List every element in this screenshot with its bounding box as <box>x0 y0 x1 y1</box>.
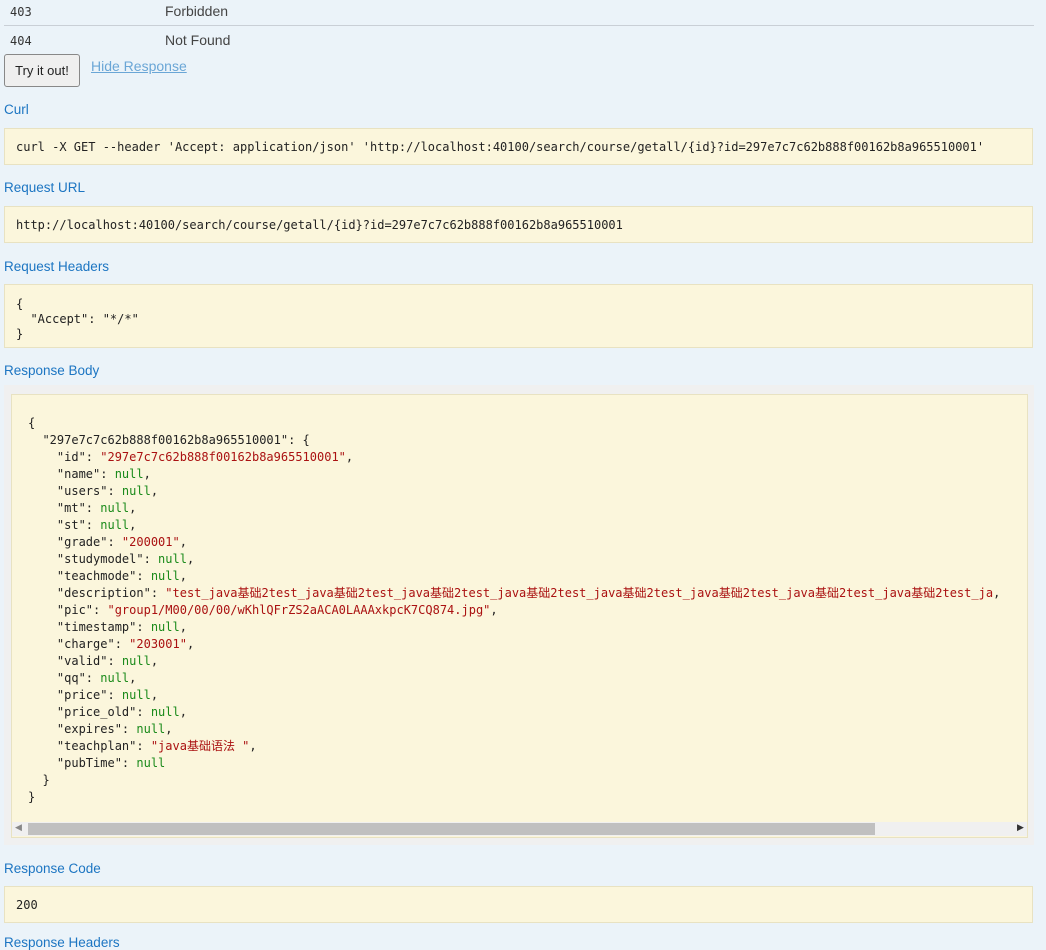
request-headers-label: Request Headers <box>4 259 110 274</box>
status-row-404: 404 Not Found <box>4 29 1034 57</box>
json-line: "pubTime": null <box>28 756 166 770</box>
response-body-json: { "297e7c7c62b888f00162b8a965510001": { … <box>28 415 1000 806</box>
json-line: "price_old": null, <box>28 705 187 719</box>
json-line: "id": "297e7c7c62b888f00162b8a965510001"… <box>28 450 354 464</box>
response-code-value: 200 <box>16 898 38 912</box>
json-line: "expires": null, <box>28 722 173 736</box>
json-line: "description": "test_java基础2test_java基础2… <box>28 586 1001 600</box>
status-code: 404 <box>10 34 32 48</box>
json-line: "price": null, <box>28 688 159 702</box>
json-line: "teachplan": "java基础语法 ", <box>28 739 257 753</box>
json-line: "timestamp": null, <box>28 620 187 634</box>
request-headers-value: { "Accept": "*/*" } <box>16 297 139 341</box>
json-line: "teachmode": null, <box>28 569 187 583</box>
status-row-403: 403 Forbidden <box>4 0 1034 28</box>
request-url-box: http://localhost:40100/search/course/get… <box>4 206 1033 243</box>
status-code: 403 <box>10 5 32 19</box>
status-description: Not Found <box>165 32 231 48</box>
json-line: "qq": null, <box>28 671 137 685</box>
curl-command: curl -X GET --header 'Accept: applicatio… <box>16 140 985 154</box>
json-line: "valid": null, <box>28 654 159 668</box>
scrollbar-thumb[interactable] <box>28 823 875 835</box>
curl-box: curl -X GET --header 'Accept: applicatio… <box>4 128 1033 165</box>
json-line: "users": null, <box>28 484 159 498</box>
json-line: } <box>28 790 36 804</box>
json-line: "297e7c7c62b888f00162b8a965510001": { <box>28 433 310 447</box>
request-headers-box: { "Accept": "*/*" } <box>4 284 1033 348</box>
response-code-label: Response Code <box>4 861 101 876</box>
status-description: Forbidden <box>165 3 229 19</box>
request-url-label: Request URL <box>4 180 86 195</box>
json-line: "pic": "group1/M00/00/00/wKhlQFrZS2aACA0… <box>28 603 498 617</box>
response-code-box: 200 <box>4 886 1033 923</box>
scroll-left-arrow-icon[interactable]: ◀ <box>15 822 22 833</box>
hide-response-link[interactable]: Hide Response <box>91 58 187 74</box>
try-it-out-button[interactable]: Try it out! <box>4 54 80 87</box>
scroll-right-arrow-icon[interactable]: ▶ <box>1017 822 1024 833</box>
json-line: "grade": "200001", <box>28 535 187 549</box>
json-line: "studymodel": null, <box>28 552 195 566</box>
json-line: "mt": null, <box>28 501 137 515</box>
response-body-label: Response Body <box>4 363 100 378</box>
json-line: "name": null, <box>28 467 151 481</box>
json-line: } <box>28 773 50 787</box>
json-line: "charge": "203001", <box>28 637 195 651</box>
response-body-box: { "297e7c7c62b888f00162b8a965510001": { … <box>11 394 1028 838</box>
json-line: "st": null, <box>28 518 137 532</box>
json-line: { <box>28 416 36 430</box>
request-url-value: http://localhost:40100/search/course/get… <box>16 218 623 232</box>
curl-label: Curl <box>4 102 29 117</box>
row-divider <box>4 25 1034 26</box>
